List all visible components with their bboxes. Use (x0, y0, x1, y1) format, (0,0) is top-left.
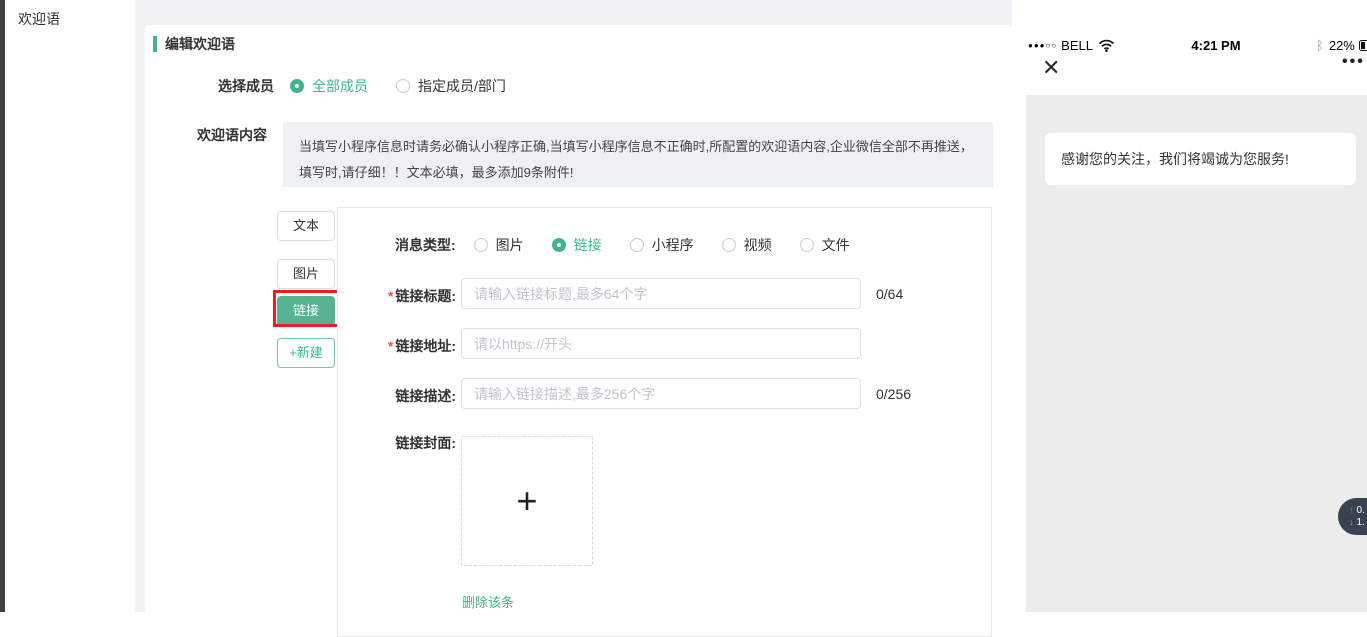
message-type-row: 消息类型: 图片 链接 小程序 视频 文件 (395, 235, 850, 255)
battery-icon (1359, 40, 1367, 51)
link-title-counter: 0/64 (876, 286, 903, 302)
radio-all-members[interactable] (290, 79, 304, 93)
radio-type-file[interactable] (800, 238, 814, 252)
radio-type-file-label[interactable]: 文件 (822, 235, 850, 255)
carrier-block: ●●●○○ BELL (1028, 38, 1115, 53)
download-speed-row: ↓ 1. (1349, 518, 1367, 528)
page-background: 编辑欢迎语 选择成员 全部成员 指定成员/部门 欢迎语内容 当填写小程序信息时请… (135, 0, 1012, 612)
required-asterisk: * (388, 338, 393, 354)
upload-arrow-icon: ↑ (1349, 506, 1354, 515)
link-description-input[interactable] (461, 378, 861, 409)
member-select-label: 选择成员 (218, 76, 274, 96)
network-speed-widget[interactable]: ↑ 0. ↓ 1. (1338, 498, 1367, 535)
radio-type-link[interactable] (552, 238, 566, 252)
download-speed-value: 1. (1357, 518, 1365, 528)
signal-dots-icon: ●●●○○ (1028, 41, 1057, 50)
radio-type-link-label[interactable]: 链接 (574, 235, 602, 255)
download-arrow-icon: ↓ (1349, 518, 1354, 527)
link-url-label: *链接地址: (338, 336, 456, 356)
link-cover-label: 链接封面: (338, 433, 456, 453)
radio-specified-members-label[interactable]: 指定成员/部门 (418, 76, 506, 96)
radio-type-video[interactable] (722, 238, 736, 252)
notice-line-2: 填写时,请仔细！！文本必填，最多添加9条附件! (299, 160, 977, 186)
carrier-name: BELL (1061, 38, 1093, 53)
tab-text[interactable]: 文本 (277, 211, 335, 241)
title-accent-bar-icon (153, 36, 157, 52)
upload-speed-row: ↑ 0. (1349, 506, 1367, 516)
welcome-message-bubble: 感谢您的关注，我们将竭诚为您服务! (1045, 133, 1356, 185)
cover-upload-box[interactable]: + (461, 436, 593, 566)
delete-entry-link[interactable]: 删除该条 (462, 592, 514, 611)
radio-type-image[interactable] (474, 238, 488, 252)
link-form-panel: 消息类型: 图片 链接 小程序 视频 文件 *链接标题: 0/64 *链接地址: (337, 207, 992, 637)
wifi-icon (1098, 39, 1115, 52)
link-url-input[interactable] (461, 328, 861, 359)
upload-speed-value: 0. (1357, 506, 1365, 516)
radio-type-video-label[interactable]: 视频 (744, 235, 772, 255)
more-menu-icon[interactable]: ••• (1342, 53, 1365, 71)
message-type-label: 消息类型: (395, 235, 456, 255)
tab-image[interactable]: 图片 (277, 259, 335, 289)
radio-type-miniprogram[interactable] (630, 238, 644, 252)
plus-icon: + (516, 483, 537, 519)
close-icon[interactable]: ✕ (1042, 57, 1060, 79)
link-description-counter: 0/256 (876, 386, 911, 402)
phone-status-bar: ●●●○○ BELL 4:21 PM ᛒ 22% (1026, 36, 1367, 56)
left-sidebar: 欢迎语 (5, 0, 135, 612)
section-title: 编辑欢迎语 (153, 34, 235, 54)
new-attachment-button[interactable]: +新建 (277, 338, 335, 368)
radio-type-image-label[interactable]: 图片 (496, 235, 524, 255)
tab-link[interactable]: 链接 (277, 296, 335, 326)
phone-preview-panel: ●●●○○ BELL 4:21 PM ᛒ 22% ✕ ••• 感谢您的关注，我们… (1012, 0, 1367, 612)
sidebar-item-welcome-message[interactable]: 欢迎语 (5, 0, 135, 29)
welcome-content-label: 欢迎语内容 (197, 125, 267, 145)
member-select-row: 选择成员 全部成员 指定成员/部门 (218, 76, 506, 96)
link-description-label: 链接描述: (338, 386, 456, 406)
status-time: 4:21 PM (1176, 38, 1256, 53)
radio-type-miniprogram-label[interactable]: 小程序 (652, 235, 694, 255)
notice-line-1: 当填写小程序信息时请务必确认小程序正确,当填写小程序信息不正确时,所配置的欢迎语… (299, 134, 977, 160)
page-title: 编辑欢迎语 (165, 34, 235, 54)
status-right-block: ᛒ 22% (1316, 38, 1367, 53)
chat-preview-area: 感谢您的关注，我们将竭诚为您服务! (1026, 95, 1367, 612)
notice-box: 当填写小程序信息时请务必确认小程序正确,当填写小程序信息不正确时,所配置的欢迎语… (283, 122, 993, 187)
radio-specified-members[interactable] (396, 79, 410, 93)
link-title-label: *链接标题: (338, 286, 456, 306)
editor-card: 编辑欢迎语 选择成员 全部成员 指定成员/部门 欢迎语内容 当填写小程序信息时请… (145, 25, 1012, 612)
battery-percent: 22% (1329, 38, 1355, 53)
link-title-input[interactable] (461, 278, 861, 309)
bluetooth-icon: ᛒ (1316, 38, 1324, 53)
radio-all-members-label[interactable]: 全部成员 (312, 76, 368, 96)
required-asterisk: * (388, 288, 393, 304)
